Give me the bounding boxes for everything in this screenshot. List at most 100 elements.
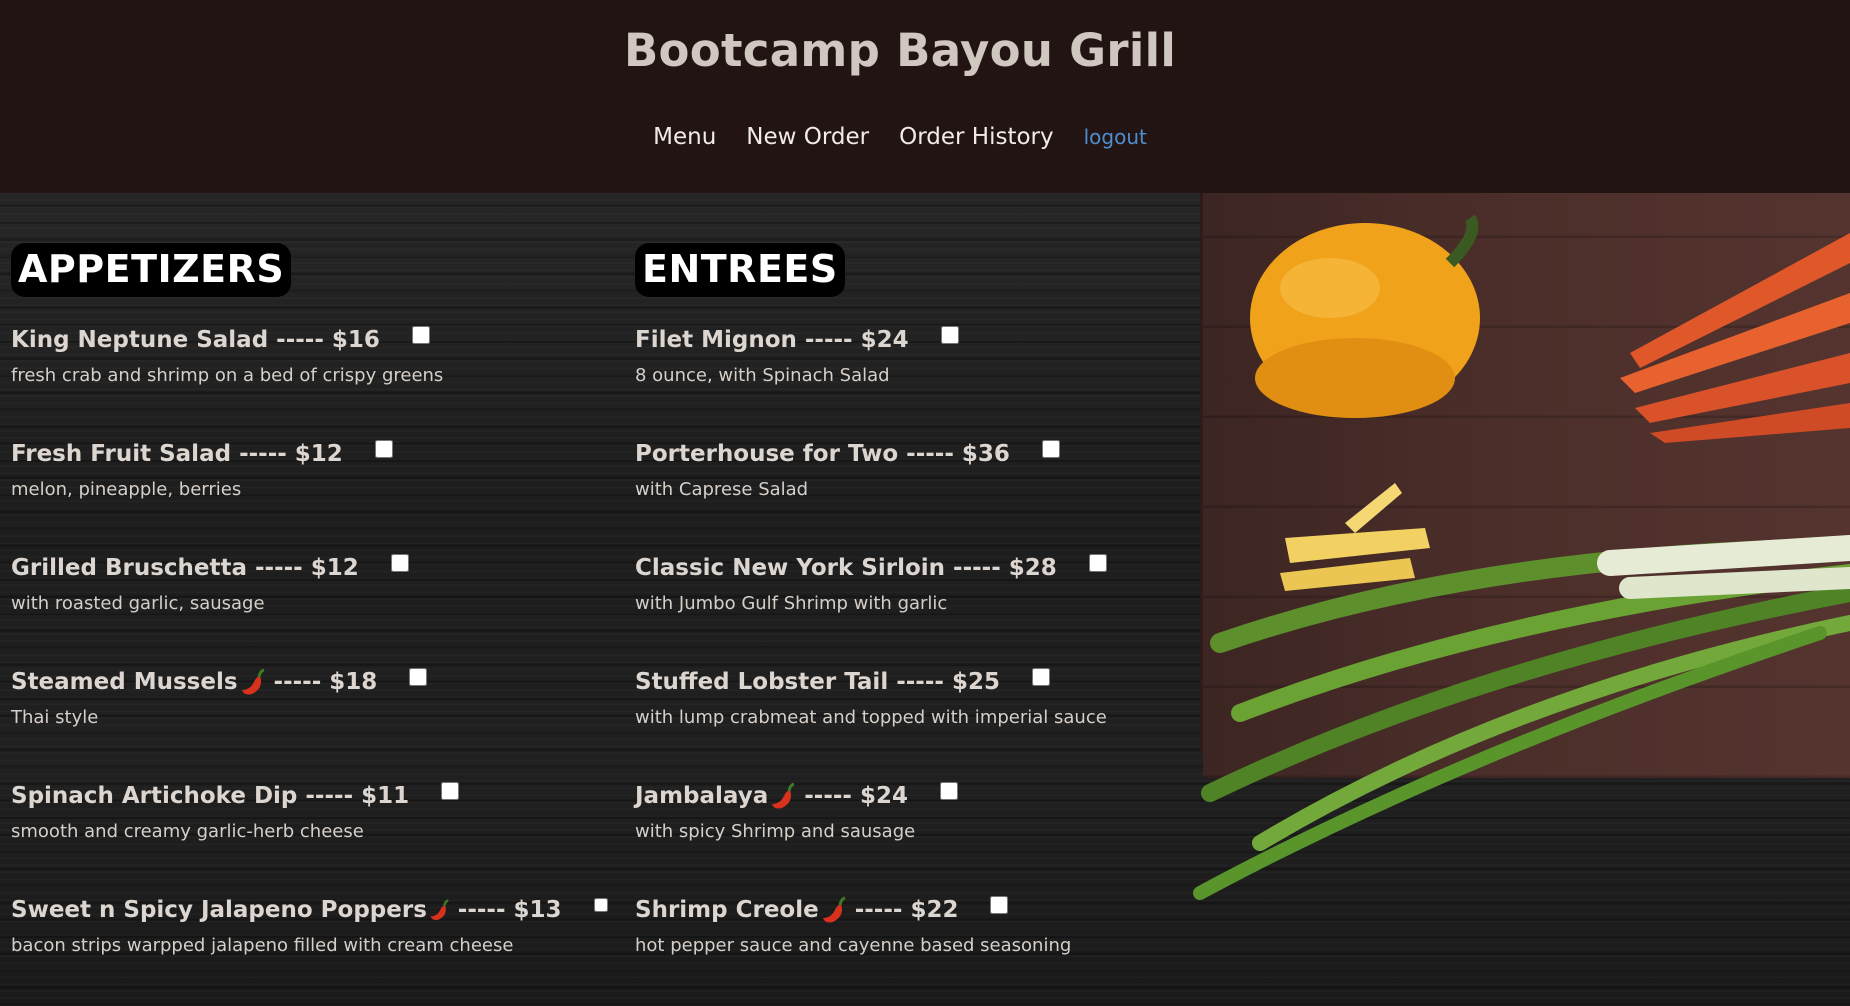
menu-item-separator: ----- <box>457 897 506 923</box>
chili-pepper-icon <box>241 668 265 695</box>
menu-item-checkbox[interactable] <box>940 325 959 344</box>
menu-item-line: Jambalaya ----- $24 <box>635 779 1195 813</box>
menu-item-name: Spinach Artichoke Dip <box>11 783 298 809</box>
logout-link[interactable]: logout <box>1084 125 1147 149</box>
menu-item-price: $25 <box>951 669 1000 695</box>
menu-item: King Neptune Salad ----- $16 fresh crab … <box>11 323 611 437</box>
menu-item-price: $36 <box>961 441 1010 467</box>
menu-item-separator: ----- <box>804 783 852 809</box>
menu-item-price: $22 <box>910 897 959 923</box>
menu-item-price: $12 <box>310 555 359 581</box>
nav-menu-link[interactable]: Menu <box>653 124 716 150</box>
nav-order-history-link[interactable]: Order History <box>899 124 1054 150</box>
menu-item-price: $12 <box>294 441 343 467</box>
site-header: Bootcamp Bayou Grill Menu New Order Orde… <box>0 0 1850 193</box>
menu-item-name: Stuffed Lobster Tail <box>635 669 889 695</box>
menu-item-name: Fresh Fruit Salad <box>11 441 232 467</box>
menu-item: Stuffed Lobster Tail ----- $25 with lump… <box>635 665 1195 779</box>
menu-item-description: hot pepper sauce and cayenne based seaso… <box>635 935 1072 956</box>
menu-item: Shrimp Creole ----- $22 hot pepper sauce… <box>635 893 1195 1006</box>
menu-item-price: $16 <box>331 327 380 353</box>
menu-item-name: Steamed Mussels <box>11 669 238 695</box>
menu-item-name: King Neptune Salad <box>11 327 269 353</box>
menu-item-checkbox[interactable] <box>1031 667 1050 686</box>
menu-item-separator: ----- <box>255 555 303 581</box>
appetizers-heading: APPETIZERS <box>11 243 292 297</box>
menu-item-checkbox[interactable] <box>374 439 393 458</box>
menu-item-price: $18 <box>329 669 378 695</box>
menu-item-name: Classic New York Sirloin <box>635 555 946 581</box>
menu-item-separator: ----- <box>804 327 853 353</box>
menu-item-checkbox[interactable] <box>409 667 428 686</box>
menu-item-separator: ----- <box>273 669 322 695</box>
menu-item-checkbox[interactable] <box>990 895 1009 914</box>
menu-item-price: $13 <box>513 897 562 923</box>
menu-item-description: bacon strips warpped jalapeno filled wit… <box>11 935 514 956</box>
menu-item-checkbox[interactable] <box>411 325 430 344</box>
menu-page: APPETIZERS King Neptune Salad ----- $16 … <box>0 193 1850 1006</box>
menu-item-checkbox[interactable] <box>390 553 409 572</box>
menu-item-line: Grilled Bruschetta ----- $12 <box>11 551 611 585</box>
menu-item-name: Porterhouse for Two <box>635 441 899 467</box>
menu-item-checkbox[interactable] <box>593 895 608 914</box>
menu-item: Grilled Bruschetta ----- $12 with roaste… <box>11 551 611 665</box>
entrees-list: Filet Mignon ----- $24 8 ounce, with Spi… <box>635 323 1195 1006</box>
menu-item-line: Porterhouse for Two ----- $36 <box>635 437 1195 471</box>
menu-item: Sweet n Spicy Jalapeno Poppers ----- $13… <box>11 893 611 1006</box>
menu-item: Jambalaya ----- $24 with spicy Shrimp an… <box>635 779 1195 893</box>
menu-item-name: Jambalaya <box>635 783 769 809</box>
appetizers-section: APPETIZERS King Neptune Salad ----- $16 … <box>11 243 611 1006</box>
menu-item-description: with Caprese Salad <box>635 479 809 500</box>
menu-item-checkbox[interactable] <box>1088 553 1107 572</box>
main-nav: Menu New Order Order History logout <box>0 124 1800 150</box>
menu-item-line: Shrimp Creole ----- $22 <box>635 893 1195 927</box>
chili-pepper-icon <box>822 896 846 923</box>
menu-item-price: $28 <box>1008 555 1057 581</box>
menu-item-price: $24 <box>860 327 909 353</box>
bell-pepper-icon <box>1250 214 1480 418</box>
menu-item: Classic New York Sirloin ----- $28 with … <box>635 551 1195 665</box>
menu-item-line: Sweet n Spicy Jalapeno Poppers ----- $13 <box>11 893 611 927</box>
baby-corn-icon <box>1280 483 1430 591</box>
menu-item: Fresh Fruit Salad ----- $12 melon, pinea… <box>11 437 611 551</box>
menu-item-name: Grilled Bruschetta <box>11 555 247 581</box>
chili-pepper-icon <box>772 782 795 809</box>
appetizers-list: King Neptune Salad ----- $16 fresh crab … <box>11 323 611 1006</box>
menu-item: Porterhouse for Two ----- $36 with Capre… <box>635 437 1195 551</box>
menu-item-price: $24 <box>859 783 908 809</box>
menu-item-separator: ----- <box>953 555 1001 581</box>
menu-item-name: Filet Mignon <box>635 327 797 353</box>
entrees-section: ENTREES Filet Mignon ----- $24 8 ounce, … <box>635 243 1195 1006</box>
menu-item-line: Fresh Fruit Salad ----- $12 <box>11 437 611 471</box>
menu-item-description: with roasted garlic, sausage <box>11 593 265 614</box>
menu-item-price: $11 <box>361 783 410 809</box>
menu-item-checkbox[interactable] <box>940 781 958 800</box>
green-onions-icon <box>1193 535 1850 900</box>
menu-item-checkbox[interactable] <box>441 781 460 800</box>
nav-new-order-link[interactable]: New Order <box>746 124 869 150</box>
menu-item-line: King Neptune Salad ----- $16 <box>11 323 611 357</box>
chili-pepper-icon <box>430 899 449 921</box>
vegetables-image <box>1193 214 1850 900</box>
menu-item-name: Sweet n Spicy Jalapeno Poppers <box>11 897 427 923</box>
menu-item-separator: ----- <box>276 327 324 353</box>
menu-item: Steamed Mussels ----- $18 Thai style <box>11 665 611 779</box>
menu-item-separator: ----- <box>854 897 903 923</box>
menu-item-description: Thai style <box>11 707 99 728</box>
menu-item-description: fresh crab and shrimp on a bed of crispy… <box>11 365 444 386</box>
menu-item-line: Stuffed Lobster Tail ----- $25 <box>635 665 1195 699</box>
menu-item-line: Filet Mignon ----- $24 <box>635 323 1195 357</box>
menu-item-description: smooth and creamy garlic-herb cheese <box>11 821 364 842</box>
menu-item-description: with Jumbo Gulf Shrimp with garlic <box>635 593 948 614</box>
site-title: Bootcamp Bayou Grill <box>623 24 1177 77</box>
menu-item-name: Shrimp Creole <box>635 897 819 923</box>
menu-item-separator: ----- <box>305 783 354 809</box>
menu-item-separator: ----- <box>906 441 954 467</box>
menu-item-description: melon, pineapple, berries <box>11 479 242 500</box>
menu-item-line: Spinach Artichoke Dip ----- $11 <box>11 779 611 813</box>
menu-item: Spinach Artichoke Dip ----- $11 smooth a… <box>11 779 611 893</box>
menu-item-checkbox[interactable] <box>1041 439 1060 458</box>
entrees-heading: ENTREES <box>635 243 845 297</box>
menu-item-description: with lump crabmeat and topped with imper… <box>635 707 1107 728</box>
menu-item-description: 8 ounce, with Spinach Salad <box>635 365 890 386</box>
